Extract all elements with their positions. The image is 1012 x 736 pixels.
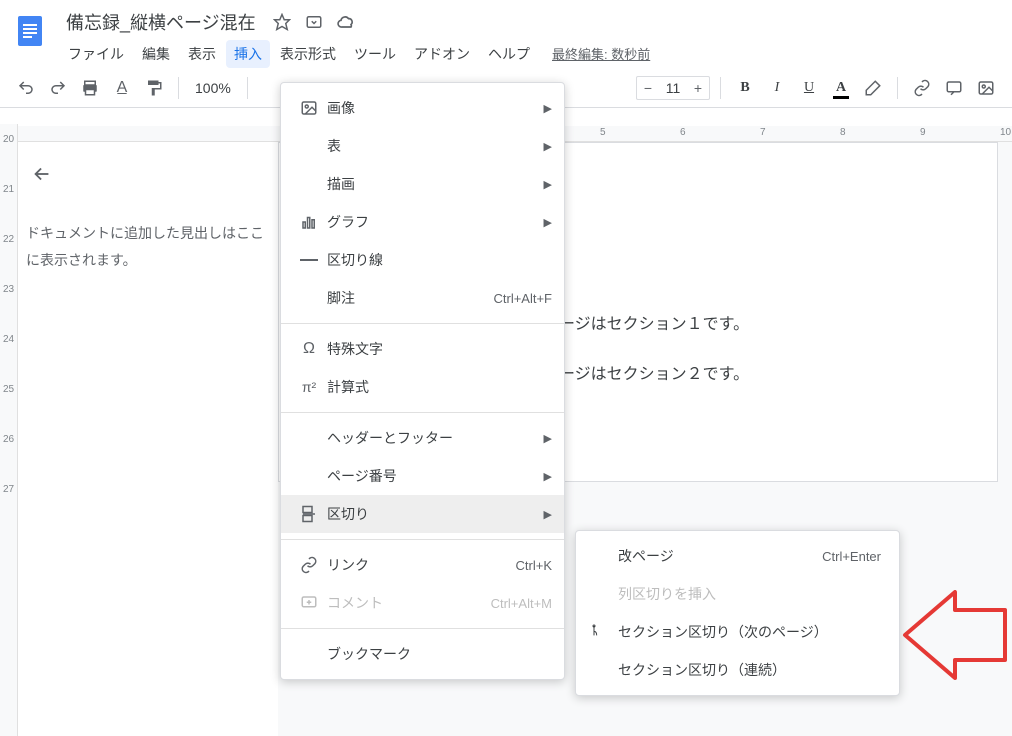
- link-button[interactable]: [908, 74, 936, 102]
- menu-item-header-footer[interactable]: ヘッダーとフッター ▶: [281, 419, 564, 457]
- submenu-arrow-icon: ▶: [544, 178, 552, 191]
- font-size-value[interactable]: 11: [659, 80, 687, 96]
- star-icon[interactable]: [272, 12, 292, 32]
- menu-item-special[interactable]: Ω 特殊文字: [281, 330, 564, 368]
- paint-format-button[interactable]: [140, 74, 168, 102]
- menu-item-table[interactable]: 表 ▶: [281, 127, 564, 165]
- break-icon: [295, 505, 323, 523]
- menu-item-footnote[interactable]: 脚注 Ctrl+Alt+F: [281, 279, 564, 317]
- submenu-arrow-icon: ▶: [544, 508, 552, 521]
- last-edit-link[interactable]: 最終編集: 数秒前: [552, 40, 650, 68]
- menu-edit[interactable]: 編集: [134, 40, 178, 68]
- zoom-select[interactable]: 100%: [189, 80, 237, 96]
- menu-item-break[interactable]: 区切り ▶: [281, 495, 564, 533]
- submenu-arrow-icon: ▶: [544, 470, 552, 483]
- image-icon: [295, 99, 323, 117]
- menu-item-link[interactable]: リンク Ctrl+K: [281, 546, 564, 584]
- menu-view[interactable]: 表示: [180, 40, 224, 68]
- comment-icon: [295, 594, 323, 612]
- font-size-control: − 11 +: [636, 76, 710, 100]
- menu-item-bookmark[interactable]: ブックマーク: [281, 635, 564, 673]
- menu-item-drawing[interactable]: 描画 ▶: [281, 165, 564, 203]
- menu-item-page-number[interactable]: ページ番号 ▶: [281, 457, 564, 495]
- menu-format[interactable]: 表示形式: [272, 40, 344, 68]
- redo-button[interactable]: [44, 74, 72, 102]
- highlight-button[interactable]: [859, 74, 887, 102]
- menu-item-chart[interactable]: グラフ ▶: [281, 203, 564, 241]
- undo-button[interactable]: [12, 74, 40, 102]
- submenu-arrow-icon: ▶: [544, 102, 552, 115]
- move-icon[interactable]: [304, 12, 324, 32]
- doc-text-line: ージはセクション１です。: [559, 303, 749, 348]
- menu-file[interactable]: ファイル: [60, 40, 132, 68]
- insert-menu: 画像 ▶ 表 ▶ 描画 ▶ グラフ ▶ 区切り線 脚注 Ctrl+Alt+F Ω…: [280, 82, 565, 680]
- submenu-page-break[interactable]: 改ページ Ctrl+Enter: [576, 537, 899, 575]
- menu-tools[interactable]: ツール: [346, 40, 404, 68]
- submenu-section-cont[interactable]: セクション区切り（連続）: [576, 651, 899, 689]
- submenu-arrow-icon: ▶: [544, 432, 552, 445]
- submenu-arrow-icon: ▶: [544, 216, 552, 229]
- bold-button[interactable]: B: [731, 74, 759, 102]
- omega-icon: Ω: [295, 340, 323, 358]
- menubar: ファイル 編集 表示 挿入 表示形式 ツール アドオン ヘルプ 最終編集: 数秒…: [60, 40, 1000, 68]
- outline-empty-text: ドキュメントに追加した見出しはここに表示されます。: [26, 220, 266, 273]
- font-size-decrease[interactable]: −: [637, 77, 659, 99]
- cursor-icon: [588, 623, 604, 641]
- menu-insert[interactable]: 挿入: [226, 40, 270, 68]
- menu-item-comment: コメント Ctrl+Alt+M: [281, 584, 564, 622]
- text-color-button[interactable]: A: [827, 74, 855, 102]
- menu-addons[interactable]: アドオン: [406, 40, 478, 68]
- pi-icon: π²: [295, 379, 323, 395]
- hr-icon: [295, 258, 323, 262]
- submenu-column-break: 列区切りを挿入: [576, 575, 899, 613]
- submenu-section-next[interactable]: セクション区切り（次のページ）: [576, 613, 899, 651]
- comment-button[interactable]: [940, 74, 968, 102]
- ruler-vertical: 20 21 22 23 24 25 26 27: [0, 124, 18, 736]
- doc-text-line: ージはセクション２です。: [559, 353, 749, 398]
- link-icon: [295, 556, 323, 574]
- menu-item-equation[interactable]: π² 計算式: [281, 368, 564, 406]
- chart-icon: [295, 213, 323, 231]
- menu-item-image[interactable]: 画像 ▶: [281, 89, 564, 127]
- font-size-increase[interactable]: +: [687, 77, 709, 99]
- submenu-arrow-icon: ▶: [544, 140, 552, 153]
- menu-help[interactable]: ヘルプ: [480, 40, 538, 68]
- cloud-icon[interactable]: [336, 12, 356, 32]
- outline-back-arrow[interactable]: [26, 158, 58, 190]
- italic-button[interactable]: I: [763, 74, 791, 102]
- outline-panel: ドキュメントに追加した見出しはここに表示されます。: [18, 142, 278, 736]
- docs-logo[interactable]: [12, 12, 48, 48]
- annotation-arrow: [900, 590, 1010, 680]
- underline-button[interactable]: U: [795, 74, 823, 102]
- doc-title[interactable]: 備忘録_縦横ページ混在: [60, 7, 262, 37]
- spellcheck-button[interactable]: A̲: [108, 74, 136, 102]
- menu-item-hr[interactable]: 区切り線: [281, 241, 564, 279]
- print-button[interactable]: [76, 74, 104, 102]
- image-button[interactable]: [972, 74, 1000, 102]
- break-submenu: 改ページ Ctrl+Enter 列区切りを挿入 セクション区切り（次のページ） …: [575, 530, 900, 696]
